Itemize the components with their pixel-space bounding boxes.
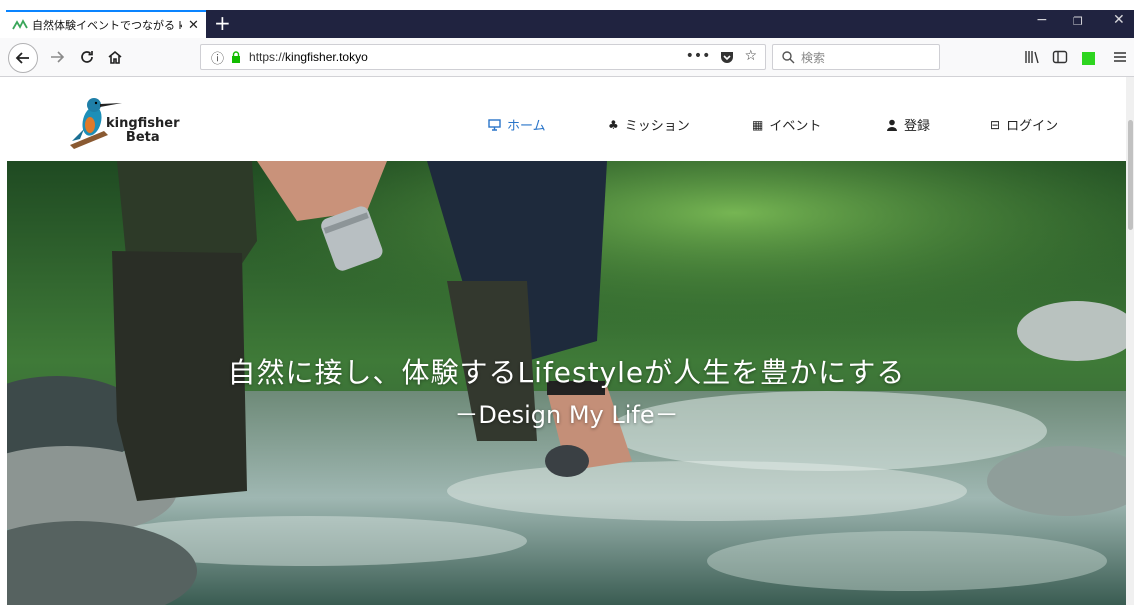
nav-item-login[interactable]: ⊟ ログイン	[990, 115, 1059, 135]
minimize-icon[interactable]: −	[1036, 12, 1048, 28]
tab-title: 自然体験イベントでつながる kingfi	[32, 19, 182, 32]
logo-text-line1: kingfisher	[106, 116, 180, 131]
nav-item-login-label: ログイン	[1006, 119, 1059, 134]
bookmark-star-icon[interactable]: ☆	[744, 48, 757, 64]
search-bar[interactable]: 検索	[772, 44, 940, 70]
logo-text-line2: Beta	[125, 130, 160, 145]
back-arrow-icon	[15, 52, 29, 64]
home-icon	[108, 50, 122, 64]
site-logo[interactable]: kingfisher Beta	[64, 95, 184, 149]
hero-banner: 自然に接し、体験するLifestyleが人生を豊かにする －Design My …	[7, 161, 1126, 605]
search-icon	[782, 51, 795, 64]
back-button[interactable]	[8, 43, 38, 73]
url-actions: ••• ☆	[686, 48, 757, 64]
reload-button[interactable]	[74, 44, 100, 70]
browser-tab-bar: 自然体験イベントでつながる kingfi ✕ + − ❐ ✕	[0, 0, 1134, 38]
login-icon: ⊟	[990, 117, 1001, 132]
nav-item-home-label: ホーム	[507, 119, 546, 134]
monitor-icon	[488, 118, 501, 131]
pocket-icon[interactable]	[720, 50, 734, 64]
tab-strip-background	[206, 10, 1134, 38]
restore-icon[interactable]: ❐	[1073, 15, 1083, 28]
nav-item-home[interactable]: ホーム	[488, 115, 546, 134]
nav-item-register-label: 登録	[904, 119, 931, 134]
page-actions-menu-icon[interactable]: •••	[686, 48, 711, 64]
extension-icon[interactable]	[1082, 52, 1095, 65]
tab-close-icon[interactable]: ✕	[188, 18, 199, 33]
logo-text: kingfisher Beta	[106, 117, 180, 145]
sidebar-icon[interactable]	[1052, 49, 1068, 65]
new-tab-button[interactable]: +	[214, 12, 231, 34]
forward-button[interactable]	[44, 44, 70, 70]
info-icon[interactable]: ⓘ	[211, 48, 224, 67]
browser-navigation-bar: ⓘ https://kingfisher.tokyo ••• ☆ 検索	[0, 38, 1134, 77]
scrollbar-thumb[interactable]	[1128, 120, 1133, 230]
hamburger-menu-icon[interactable]	[1112, 49, 1128, 65]
hero-title: 自然に接し、体験するLifestyleが人生を豊かにする	[227, 356, 906, 389]
nav-item-mission-label: ミッション	[624, 119, 690, 134]
url-text: https://kingfisher.tokyo	[249, 50, 368, 64]
lock-icon	[232, 51, 241, 63]
calendar-icon: ▦	[752, 117, 764, 132]
nav-item-event-label: イベント	[769, 119, 822, 134]
nav-item-register[interactable]: 登録	[886, 115, 930, 134]
close-window-icon[interactable]: ✕	[1113, 12, 1125, 28]
reload-icon	[81, 51, 93, 63]
user-icon	[887, 119, 897, 131]
hero-subtitle: －Design My Life－	[454, 401, 679, 429]
home-button[interactable]	[102, 44, 128, 70]
kingfisher-favicon-icon	[12, 19, 28, 30]
forward-arrow-icon	[51, 51, 65, 63]
site-header: kingfisher Beta ホーム ♣ ミッション ▦ イベント 登録 ⊟ …	[0, 77, 1126, 161]
nav-item-mission[interactable]: ♣ ミッション	[608, 115, 690, 135]
nav-item-event[interactable]: ▦ イベント	[752, 115, 822, 135]
library-icon[interactable]	[1024, 49, 1040, 65]
url-bar[interactable]: ⓘ https://kingfisher.tokyo ••• ☆	[200, 44, 766, 70]
search-placeholder: 検索	[801, 50, 826, 65]
tree-icon: ♣	[608, 117, 619, 132]
browser-tab-active[interactable]: 自然体験イベントでつながる kingfi ✕	[6, 10, 206, 38]
